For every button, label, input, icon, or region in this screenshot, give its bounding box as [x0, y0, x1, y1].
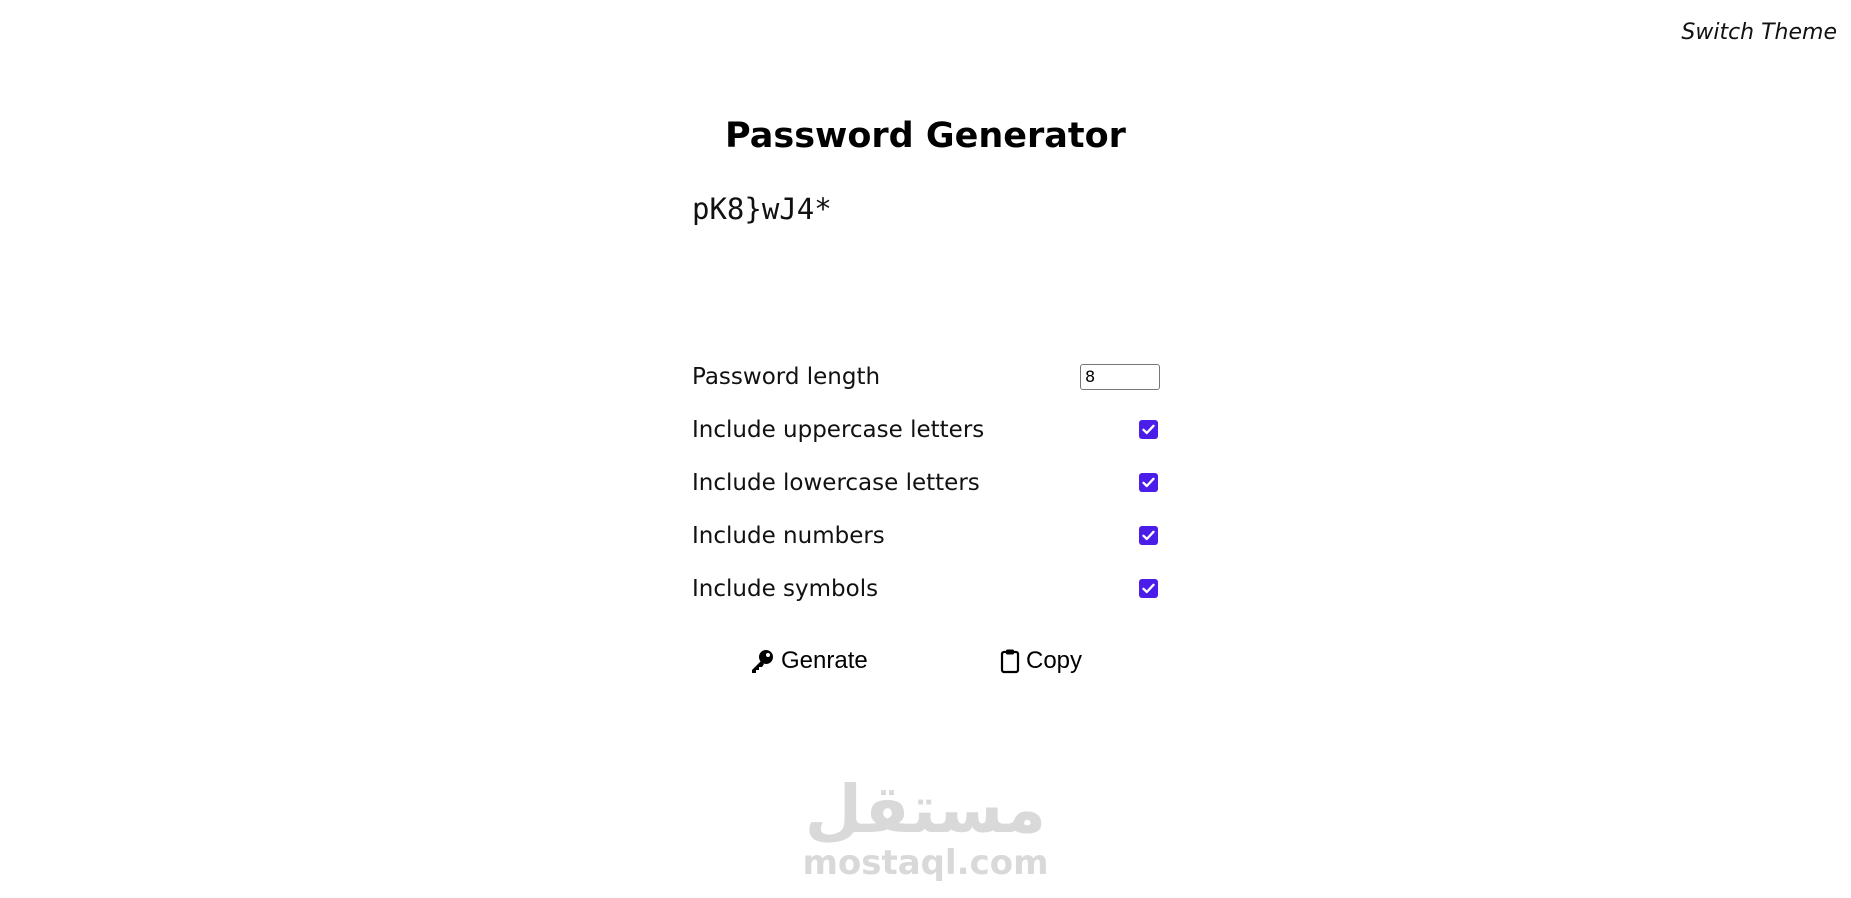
option-row-length: Password length — [692, 350, 1160, 403]
watermark-latin-text: mostaql.com — [802, 843, 1049, 883]
switch-theme-button[interactable]: Switch Theme — [1681, 20, 1837, 45]
numbers-label: Include numbers — [692, 522, 885, 549]
checkmark-icon — [1142, 477, 1155, 488]
generate-button-label: Genrate — [781, 647, 868, 674]
option-row-symbols: Include symbols — [692, 562, 1160, 615]
copy-button[interactable]: Copy — [1000, 647, 1082, 675]
checkmark-icon — [1142, 583, 1155, 594]
option-row-uppercase: Include uppercase letters — [692, 403, 1160, 456]
symbols-label: Include symbols — [692, 575, 879, 602]
clipboard-icon — [1000, 649, 1020, 674]
uppercase-label: Include uppercase letters — [692, 416, 985, 443]
password-length-label: Password length — [692, 363, 881, 390]
copy-button-label: Copy — [1026, 647, 1083, 674]
lowercase-checkbox[interactable] — [1139, 473, 1158, 492]
option-row-lowercase: Include lowercase letters — [692, 456, 1160, 509]
option-row-numbers: Include numbers — [692, 509, 1160, 562]
checkmark-icon — [1142, 530, 1155, 541]
lowercase-label: Include lowercase letters — [692, 469, 980, 496]
password-length-input[interactable] — [1080, 363, 1160, 390]
numbers-checkbox[interactable] — [1139, 526, 1158, 545]
action-bar: Genrate Copy — [0, 647, 1851, 683]
symbols-checkbox[interactable] — [1139, 579, 1158, 598]
options-panel: Password length Include uppercase letter… — [692, 350, 1160, 615]
mostaql-watermark: مستقل mostaql.com — [0, 771, 1851, 883]
page-title: Password Generator — [725, 116, 1126, 156]
generate-button[interactable]: Genrate — [749, 647, 868, 675]
uppercase-checkbox[interactable] — [1139, 420, 1158, 439]
watermark-arabic-text: مستقل — [804, 771, 1047, 848]
key-icon — [752, 650, 773, 673]
generated-password: pK8}wJ4* — [692, 192, 832, 226]
password-generator-page: Switch Theme Password Generator pK8}wJ4*… — [0, 0, 1851, 898]
checkmark-icon — [1142, 424, 1155, 435]
